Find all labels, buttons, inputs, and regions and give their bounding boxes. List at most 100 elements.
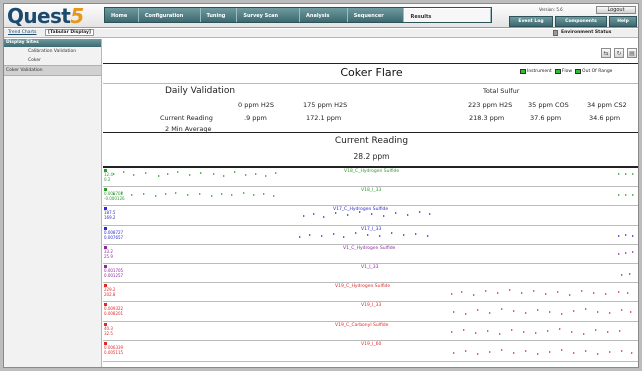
tab-sequencer[interactable]: Sequencer bbox=[348, 8, 405, 22]
strip-series-label: V19_C_Carbonyl Sulfide bbox=[335, 323, 389, 328]
tab-analysis[interactable]: Analysis bbox=[300, 8, 348, 22]
event-log-button[interactable]: Event Log bbox=[509, 16, 553, 27]
sidebar-item-coker[interactable]: Coker bbox=[4, 56, 101, 65]
data-point: ▸ bbox=[625, 250, 628, 255]
data-point: ▸ bbox=[535, 330, 538, 335]
tab-tuning[interactable]: Tuning bbox=[201, 8, 238, 22]
trend-strip: 229.2 202.8 V19_C_Hydrogen Sulfide ▸ ▸ ▸ ▸ ▸ ▸ ▸ ▸… bbox=[103, 283, 638, 302]
strip-y-label: 0.001257 bbox=[104, 273, 124, 278]
tab-trend-charts[interactable]: Trend Charts bbox=[8, 30, 36, 35]
data-point: ▸ bbox=[595, 327, 598, 332]
app-logo: Quest5 bbox=[7, 4, 84, 28]
data-point: ▸ bbox=[407, 212, 410, 217]
data-point: ▸ bbox=[333, 231, 336, 236]
tab-results[interactable]: Results bbox=[404, 8, 492, 22]
data-point: ▸ bbox=[451, 291, 454, 296]
data-point: ▸ bbox=[347, 212, 350, 217]
data-point: ▸ bbox=[485, 288, 488, 293]
data-point: ▸ bbox=[395, 210, 398, 215]
data-point: ▸ bbox=[489, 310, 492, 315]
data-point: ▸ bbox=[627, 290, 630, 295]
data-point: ▸ bbox=[573, 350, 576, 355]
data-point: ▸ bbox=[625, 192, 628, 197]
data-point: ▸ bbox=[547, 328, 550, 333]
data-point: ▸ bbox=[497, 290, 500, 295]
data-point: ▸ bbox=[263, 191, 266, 196]
data-point: ▸ bbox=[335, 210, 338, 215]
sidebar: Display Sites Calibration Validation Cok… bbox=[4, 39, 102, 367]
legend-flow: Flow bbox=[554, 69, 572, 74]
strip-y-label: 0.005115 bbox=[104, 350, 124, 355]
data-point: ▸ bbox=[618, 233, 621, 238]
tab-tabular-display[interactable]: [Tabular Display] bbox=[45, 29, 94, 36]
data-point: ▸ bbox=[177, 169, 180, 174]
data-point: ▸ bbox=[359, 209, 362, 214]
data-point: ▸ bbox=[253, 192, 256, 197]
current-reading-label: Current Reading bbox=[160, 114, 213, 122]
data-point: ▸ bbox=[367, 232, 370, 237]
data-point: ▸ bbox=[391, 230, 394, 235]
col-header-175ppm-h2s: 175 ppm H2S bbox=[303, 101, 348, 109]
data-point: ▸ bbox=[489, 349, 492, 354]
data-point: ▸ bbox=[632, 249, 635, 254]
data-point: ▸ bbox=[463, 327, 466, 332]
legend-swatch bbox=[554, 69, 561, 74]
data-point: ▸ bbox=[383, 213, 386, 218]
help-button[interactable]: Help bbox=[609, 16, 637, 27]
data-point: ▸ bbox=[465, 348, 468, 353]
data-point: ▸ bbox=[211, 193, 214, 198]
tab-survey-scan[interactable]: Survey Scan bbox=[237, 8, 301, 22]
data-point: ▸ bbox=[223, 173, 226, 178]
data-point: ▸ bbox=[343, 234, 346, 239]
strip-y-label: 202.8 bbox=[104, 292, 116, 297]
trend-strip: 0.009322 0.008201 V19_I_33 ▸ ▸ ▸ ▸ ▸ ▸ ▸ ▸ ▸ ▸ ▸ ▸ ▸ ▸ ▸ ▸ bbox=[103, 302, 638, 322]
data-point: ▸ bbox=[165, 191, 168, 196]
data-point: ▸ bbox=[379, 233, 382, 238]
print-icon[interactable]: ▤ bbox=[627, 48, 637, 58]
environment-status-icon[interactable] bbox=[553, 30, 558, 36]
tab-configuration[interactable]: Configuration bbox=[139, 8, 201, 22]
data-point: ▸ bbox=[509, 287, 512, 292]
data-point: ▸ bbox=[477, 307, 480, 312]
data-point: ▸ bbox=[545, 291, 548, 296]
data-point: ▸ bbox=[475, 330, 478, 335]
components-button[interactable]: Components bbox=[555, 16, 607, 27]
strip-series-label: V1_C_Hydrogen Sulfide bbox=[343, 246, 396, 251]
data-point: ▸ bbox=[533, 288, 536, 293]
strip-y-label: -0.000126 bbox=[104, 196, 125, 201]
data-point: ▸ bbox=[609, 349, 612, 354]
refresh-icon[interactable]: ↻ bbox=[614, 48, 624, 58]
data-point: ▸ bbox=[621, 348, 624, 353]
data-point: ▸ bbox=[632, 233, 635, 238]
data-point: ▸ bbox=[199, 191, 202, 196]
col-header-35ppm-cos: 35 ppm COS bbox=[528, 101, 569, 109]
sidebar-item-coker-validation[interactable]: Coker Validation bbox=[4, 65, 101, 76]
data-point: ▸ bbox=[499, 331, 502, 336]
legend-out-of-range: Out Of Range bbox=[575, 69, 612, 74]
data-point: ▸ bbox=[523, 329, 526, 334]
data-point: ▸ bbox=[571, 329, 574, 334]
strip-series-label: V17_I_33 bbox=[361, 227, 382, 232]
export-icon[interactable]: ⇆ bbox=[601, 48, 611, 58]
data-point: ▸ bbox=[427, 233, 430, 238]
strip-y-label: 32.5 bbox=[104, 331, 113, 336]
trend-strip: 0.006339 0.005115 V19_I_60 ▸ ▸ ▸ ▸ ▸ ▸ ▸ ▸ ▸ ▸ ▸ ▸ ▸ ▸ ▸ ▸ bbox=[103, 341, 638, 362]
current-reading-value: 28.2 ppm bbox=[353, 152, 390, 161]
tab-home[interactable]: Home bbox=[105, 8, 139, 22]
data-point: ▸ bbox=[593, 290, 596, 295]
data-point: ▸ bbox=[525, 310, 528, 315]
trend-strip: 187.5 169.2 V17_C_Hydrogen Sulfide ▸ ▸ ▸ ▸ ▸ ▸ ▸ ▸… bbox=[103, 206, 638, 226]
data-point: ▸ bbox=[513, 350, 516, 355]
data-point: ▸ bbox=[621, 307, 624, 312]
data-point: ▸ bbox=[618, 171, 621, 176]
logout-button[interactable]: Logout bbox=[596, 6, 636, 14]
data-point: ▸ bbox=[309, 232, 312, 237]
data-point: ▸ bbox=[581, 288, 584, 293]
data-point: ▸ bbox=[200, 170, 203, 175]
data-point: ▸ bbox=[231, 192, 234, 197]
data-point: ▸ bbox=[167, 171, 170, 176]
environment-status-link[interactable]: Environment Status bbox=[561, 30, 611, 35]
strip-series-label: V1_I_33 bbox=[361, 265, 379, 270]
data-point: ▸ bbox=[221, 191, 224, 196]
sidebar-item-calibration-validation[interactable]: Calibration Validation bbox=[4, 47, 101, 56]
